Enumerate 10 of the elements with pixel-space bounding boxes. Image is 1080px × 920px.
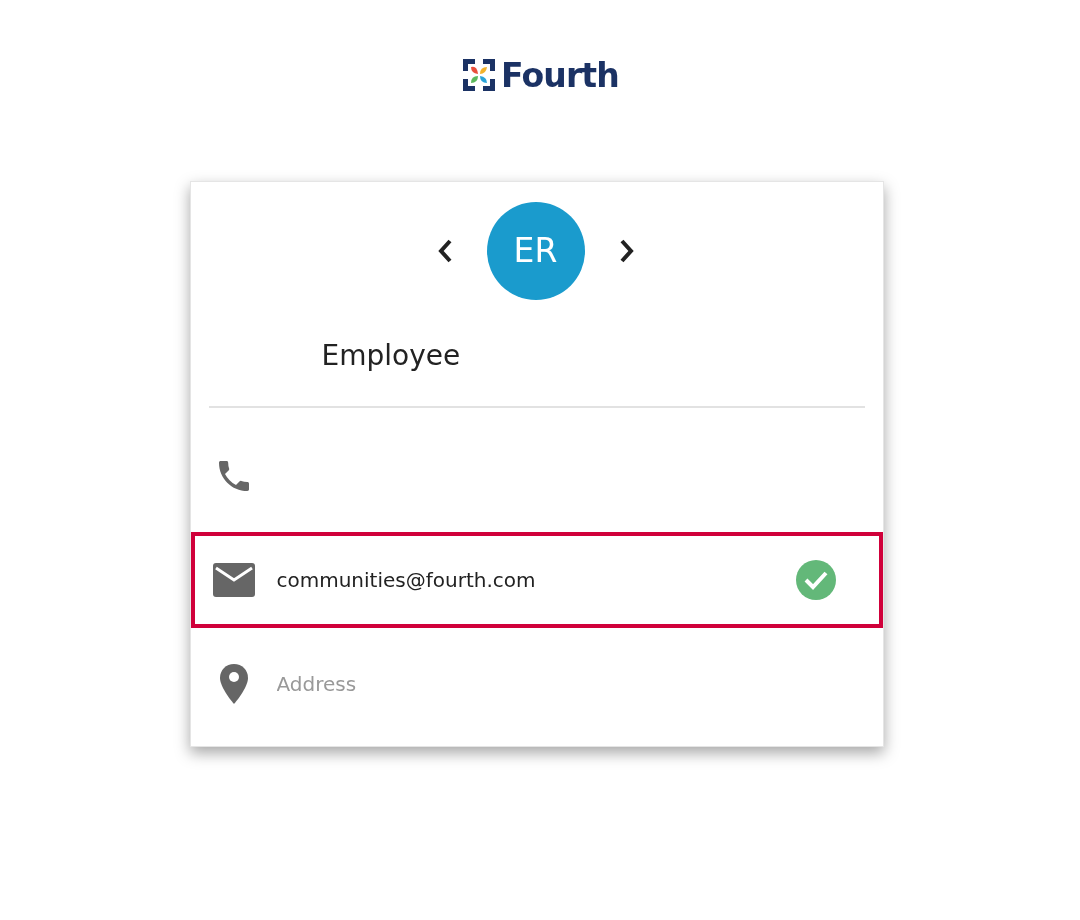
- logo-icon: [461, 57, 497, 93]
- location-pin-icon: [218, 664, 249, 704]
- name-field[interactable]: Employee: [321, 335, 461, 377]
- chevron-left-icon: [437, 239, 452, 263]
- chevron-right-icon: [619, 239, 634, 263]
- envelope-icon: [212, 563, 255, 597]
- email-field[interactable]: communities@fourth.com: [276, 565, 774, 595]
- address-field[interactable]: Address: [276, 669, 861, 699]
- logo-text: Fourth: [501, 58, 619, 92]
- avatar: ER: [486, 202, 585, 300]
